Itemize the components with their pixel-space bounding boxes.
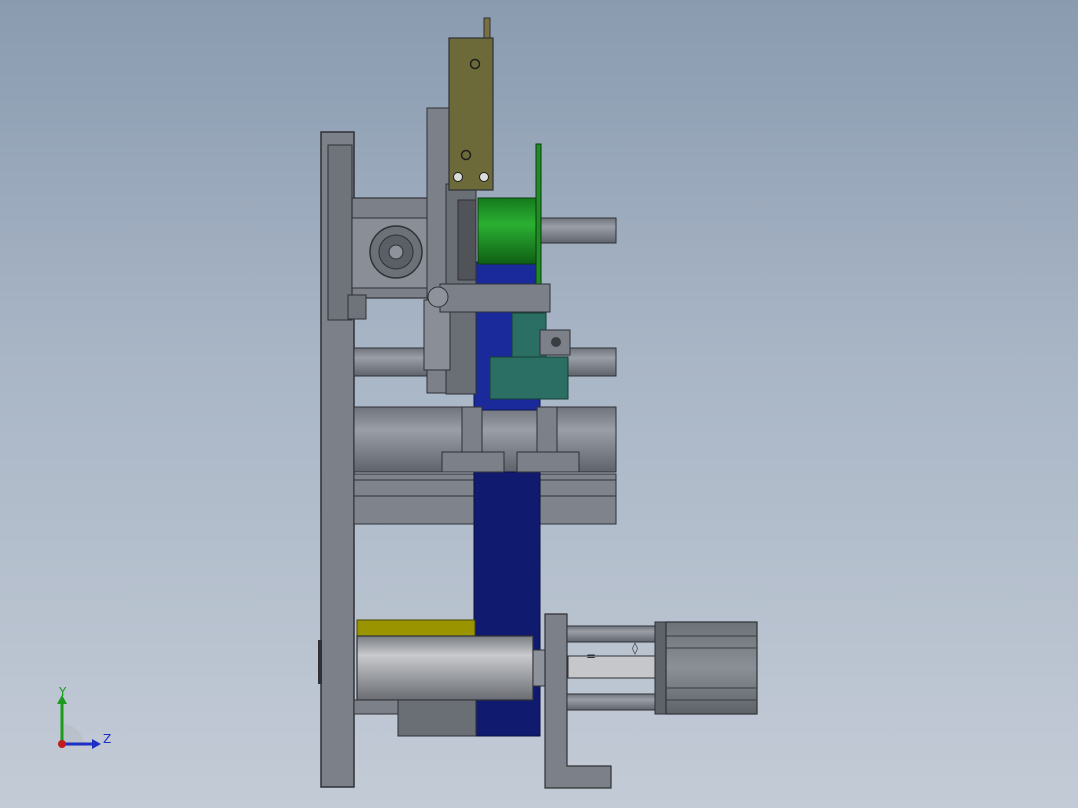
svg-text:=: = [586,649,596,663]
top-olive-bracket[interactable] [448,17,494,191]
upper-guide-rod[interactable] [529,217,617,244]
servo-motor[interactable] [654,621,758,715]
z-axis-arrow [92,739,101,749]
cad-viewport[interactable]: = ◊ [0,0,1078,808]
motor-bracket[interactable]: = ◊ [544,613,660,789]
y-axis-label: Y [58,686,67,699]
coordinate-triad: Y Z [57,686,111,749]
svg-text:◊: ◊ [632,641,638,655]
x-axis-dot [58,740,66,748]
z-axis-label: Z [103,732,111,746]
vertical-frame-plate[interactable] [318,131,355,788]
